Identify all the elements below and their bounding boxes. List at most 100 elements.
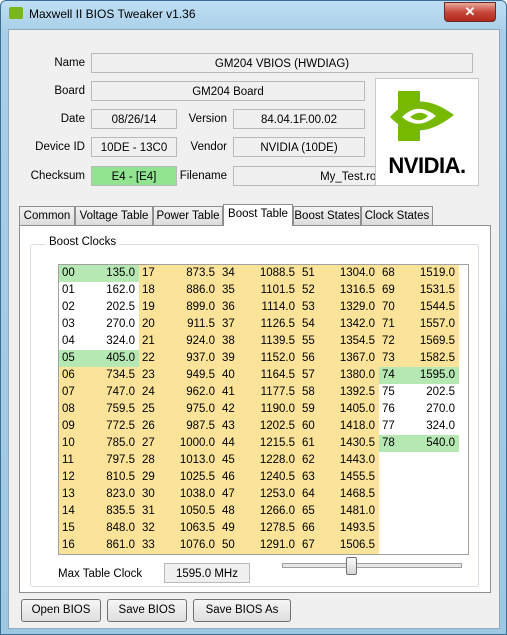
boost-entry-clock[interactable]: 1342.0 xyxy=(323,316,379,333)
boost-entry-index: 36 xyxy=(219,299,243,316)
boost-entry-clock[interactable]: 734.5 xyxy=(83,367,139,384)
boost-entry-clock[interactable]: 886.0 xyxy=(163,282,219,299)
boost-entry-clock[interactable]: 1405.0 xyxy=(323,401,379,418)
boost-entry-clock[interactable]: 1240.5 xyxy=(243,469,299,486)
tab-common[interactable]: Common xyxy=(19,206,75,225)
boost-entry-clock[interactable]: 797.5 xyxy=(83,452,139,469)
boost-entry-clock[interactable]: 1468.5 xyxy=(323,486,379,503)
boost-entry-clock[interactable]: 924.0 xyxy=(163,333,219,350)
tab-boost-states[interactable]: Boost States xyxy=(293,206,361,225)
filename-label: Filename xyxy=(179,170,227,182)
max-clock-slider-track[interactable] xyxy=(282,563,462,568)
boost-entry-index: 52 xyxy=(299,282,323,299)
boost-entry-clock[interactable]: 861.0 xyxy=(83,537,139,554)
boost-entry-clock[interactable]: 540.0 xyxy=(403,435,459,452)
boost-entry-clock[interactable]: 772.5 xyxy=(83,418,139,435)
boost-entry-clock[interactable]: 1367.0 xyxy=(323,350,379,367)
boost-entry-clock[interactable]: 1506.5 xyxy=(323,537,379,554)
boost-entry-clock[interactable]: 1455.5 xyxy=(323,469,379,486)
boost-entry-clock[interactable]: 810.5 xyxy=(83,469,139,486)
boost-entry-clock[interactable]: 1050.5 xyxy=(163,503,219,520)
boost-entry-clock[interactable]: 1582.5 xyxy=(403,350,459,367)
boost-entry-clock[interactable]: 962.0 xyxy=(163,384,219,401)
boost-entry-clock[interactable]: 1215.5 xyxy=(243,435,299,452)
boost-entry-clock[interactable]: 202.5 xyxy=(403,384,459,401)
boost-entry-clock[interactable]: 1595.0 xyxy=(403,367,459,384)
save-bios-button[interactable]: Save BIOS xyxy=(107,599,187,622)
boost-entry-clock[interactable]: 1190.0 xyxy=(243,401,299,418)
boost-entry-clock[interactable]: 1202.5 xyxy=(243,418,299,435)
open-bios-button[interactable]: Open BIOS xyxy=(21,599,101,622)
boost-entry-clock[interactable]: 785.0 xyxy=(83,435,139,452)
boost-entry-index: 57 xyxy=(299,367,323,384)
boost-entry-clock[interactable]: 1544.5 xyxy=(403,299,459,316)
boost-entry-index: 09 xyxy=(59,418,83,435)
close-button[interactable]: ✕ xyxy=(444,2,496,22)
boost-entry-index: 22 xyxy=(139,350,163,367)
boost-entry-clock[interactable]: 1380.0 xyxy=(323,367,379,384)
boost-entry-clock[interactable]: 949.5 xyxy=(163,367,219,384)
boost-entry-clock[interactable]: 759.5 xyxy=(83,401,139,418)
boost-entry-clock[interactable]: 1531.5 xyxy=(403,282,459,299)
boost-entry-clock[interactable]: 911.5 xyxy=(163,316,219,333)
boost-entry-clock[interactable]: 135.0 xyxy=(83,265,139,282)
boost-entry-clock[interactable]: 848.0 xyxy=(83,520,139,537)
boost-entry-clock[interactable]: 1329.0 xyxy=(323,299,379,316)
boost-entry-clock[interactable]: 1266.0 xyxy=(243,503,299,520)
boost-entry-clock[interactable]: 1114.0 xyxy=(243,299,299,316)
boost-entry-clock[interactable]: 1354.5 xyxy=(323,333,379,350)
boost-entry-clock[interactable]: 270.0 xyxy=(83,316,139,333)
boost-entry-clock[interactable]: 1177.5 xyxy=(243,384,299,401)
boost-entry-clock[interactable]: 975.0 xyxy=(163,401,219,418)
tab-clock-states[interactable]: Clock States xyxy=(361,206,433,225)
tab-boost-table[interactable]: Boost Table xyxy=(223,204,293,226)
boost-entry-clock[interactable]: 873.5 xyxy=(163,265,219,282)
boost-entry-clock[interactable]: 747.0 xyxy=(83,384,139,401)
boost-entry-clock[interactable]: 1000.0 xyxy=(163,435,219,452)
boost-entry-clock[interactable]: 1481.0 xyxy=(323,503,379,520)
boost-entry-clock[interactable]: 1304.0 xyxy=(323,265,379,282)
tab-power-table[interactable]: Power Table xyxy=(153,206,223,225)
boost-entry-clock[interactable]: 1038.0 xyxy=(163,486,219,503)
title-bar[interactable]: Maxwell II BIOS Tweaker v1.36 ✕ xyxy=(1,1,506,27)
boost-entry-clock[interactable]: 1076.0 xyxy=(163,537,219,554)
boost-entry-clock[interactable]: 162.0 xyxy=(83,282,139,299)
boost-entry-clock[interactable]: 1088.5 xyxy=(243,265,299,282)
boost-entry-clock[interactable]: 1430.5 xyxy=(323,435,379,452)
boost-entry-clock[interactable]: 1101.5 xyxy=(243,282,299,299)
boost-entry-clock[interactable]: 1291.0 xyxy=(243,537,299,554)
boost-entry-clock[interactable]: 324.0 xyxy=(83,333,139,350)
boost-entry-clock[interactable]: 1278.5 xyxy=(243,520,299,537)
boost-entry-clock[interactable]: 1316.5 xyxy=(323,282,379,299)
boost-entry-clock[interactable]: 405.0 xyxy=(83,350,139,367)
save-bios-as-button[interactable]: Save BIOS As xyxy=(193,599,291,622)
board-field: GM204 Board xyxy=(91,81,365,101)
boost-entry-clock[interactable]: 937.0 xyxy=(163,350,219,367)
boost-entry-clock[interactable]: 1228.0 xyxy=(243,452,299,469)
boost-entry-clock[interactable]: 1013.0 xyxy=(163,452,219,469)
boost-entry-clock[interactable]: 1126.5 xyxy=(243,316,299,333)
boost-entry-clock[interactable]: 324.0 xyxy=(403,418,459,435)
date-label: Date xyxy=(60,113,85,125)
boost-entry-clock[interactable]: 1152.0 xyxy=(243,350,299,367)
boost-entry-clock[interactable]: 1519.0 xyxy=(403,265,459,282)
boost-entry-clock[interactable]: 202.5 xyxy=(83,299,139,316)
tab-voltage-table[interactable]: Voltage Table xyxy=(75,206,153,225)
max-clock-slider-thumb[interactable] xyxy=(345,557,357,575)
boost-entry-clock[interactable]: 1164.5 xyxy=(243,367,299,384)
boost-entry-clock[interactable]: 1025.5 xyxy=(163,469,219,486)
boost-entry-clock[interactable]: 1139.5 xyxy=(243,333,299,350)
boost-entry-clock[interactable]: 823.0 xyxy=(83,486,139,503)
boost-entry-clock[interactable]: 1443.0 xyxy=(323,452,379,469)
boost-entry-clock[interactable]: 899.0 xyxy=(163,299,219,316)
boost-entry-clock[interactable]: 1493.5 xyxy=(323,520,379,537)
boost-entry-clock[interactable]: 835.5 xyxy=(83,503,139,520)
boost-entry-clock[interactable]: 1557.0 xyxy=(403,316,459,333)
boost-entry-clock[interactable]: 270.0 xyxy=(403,401,459,418)
boost-entry-clock[interactable]: 1418.0 xyxy=(323,418,379,435)
boost-entry-clock[interactable]: 1569.5 xyxy=(403,333,459,350)
boost-entry-clock[interactable]: 1392.5 xyxy=(323,384,379,401)
boost-entry-clock[interactable]: 1063.5 xyxy=(163,520,219,537)
boost-entry-clock[interactable]: 987.5 xyxy=(163,418,219,435)
boost-entry-clock[interactable]: 1253.0 xyxy=(243,486,299,503)
